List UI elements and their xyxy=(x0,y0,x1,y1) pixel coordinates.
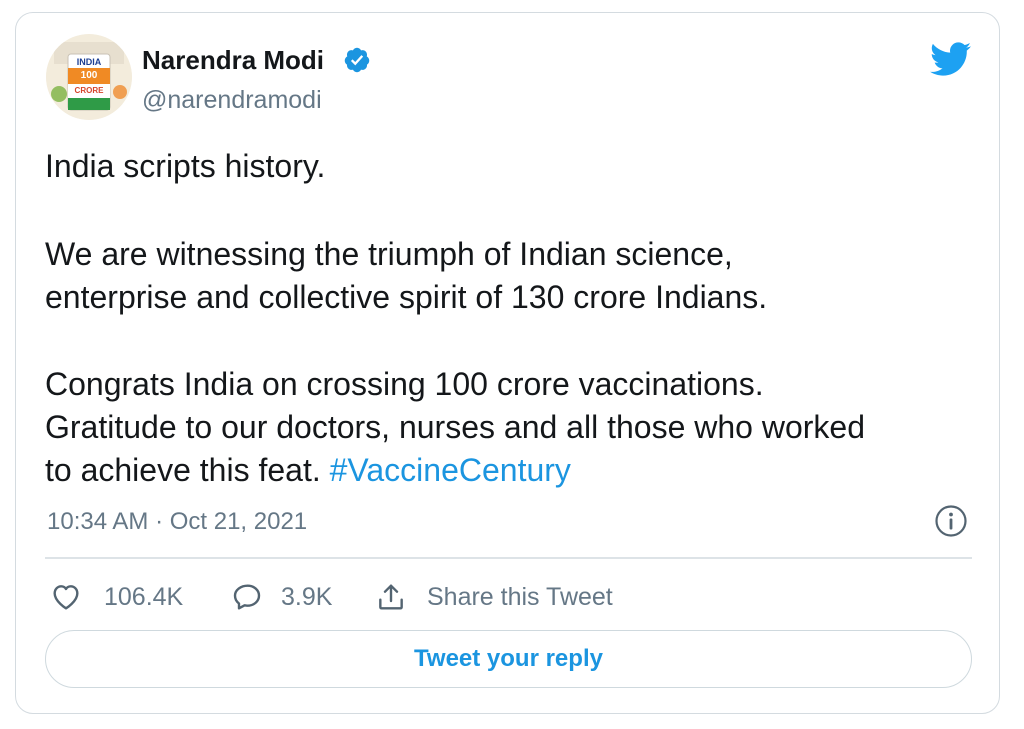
twitter-bird-icon[interactable] xyxy=(928,41,972,77)
avatar-country-text: INDIA xyxy=(77,57,102,67)
like-button[interactable]: 106.4K xyxy=(50,579,183,615)
author-name[interactable]: Narendra Modi xyxy=(142,45,324,75)
tweet-text-line: Gratitude to our doctors, nurses and all… xyxy=(45,409,865,445)
reply-button[interactable]: 3.9K xyxy=(231,579,332,615)
info-icon[interactable] xyxy=(934,504,968,538)
tweet-your-reply-button[interactable]: Tweet your reply xyxy=(45,630,972,688)
tweet-card: INDIA 100 CRORE Narendra Modi @narendram… xyxy=(15,12,1000,714)
share-label: Share this Tweet xyxy=(427,582,613,611)
share-upload-icon xyxy=(379,584,403,610)
tweet-text-line: India scripts history. xyxy=(45,148,326,184)
author-avatar[interactable]: INDIA 100 CRORE xyxy=(46,34,132,120)
hashtag-link[interactable]: #VaccineCentury xyxy=(330,452,571,488)
share-button[interactable]: Share this Tweet xyxy=(375,579,613,615)
author-handle[interactable]: @narendramodi xyxy=(142,85,322,115)
tweet-text-line: Congrats India on crossing 100 crore vac… xyxy=(45,366,764,402)
tweet-timestamp[interactable]: 10:34 AM · Oct 21, 2021 xyxy=(47,507,307,537)
tweet-text-line: to achieve this feat. #VaccineCentury xyxy=(45,450,571,490)
tweet-text-fragment: to achieve this feat. xyxy=(45,452,330,488)
avatar-count-text: 100 xyxy=(81,70,98,81)
avatar-image: INDIA 100 CRORE xyxy=(46,34,132,120)
like-count: 106.4K xyxy=(104,582,184,611)
avatar-unit-text: CRORE xyxy=(75,86,105,95)
verified-badge-icon xyxy=(344,47,370,73)
tweet-text-line: enterprise and collective spirit of 130 … xyxy=(45,279,768,315)
speech-bubble-icon xyxy=(233,584,261,610)
divider xyxy=(45,557,972,559)
heart-icon xyxy=(53,585,79,610)
reply-count: 3.9K xyxy=(281,582,333,611)
tweet-text-line: We are witnessing the triumph of Indian … xyxy=(45,236,733,272)
